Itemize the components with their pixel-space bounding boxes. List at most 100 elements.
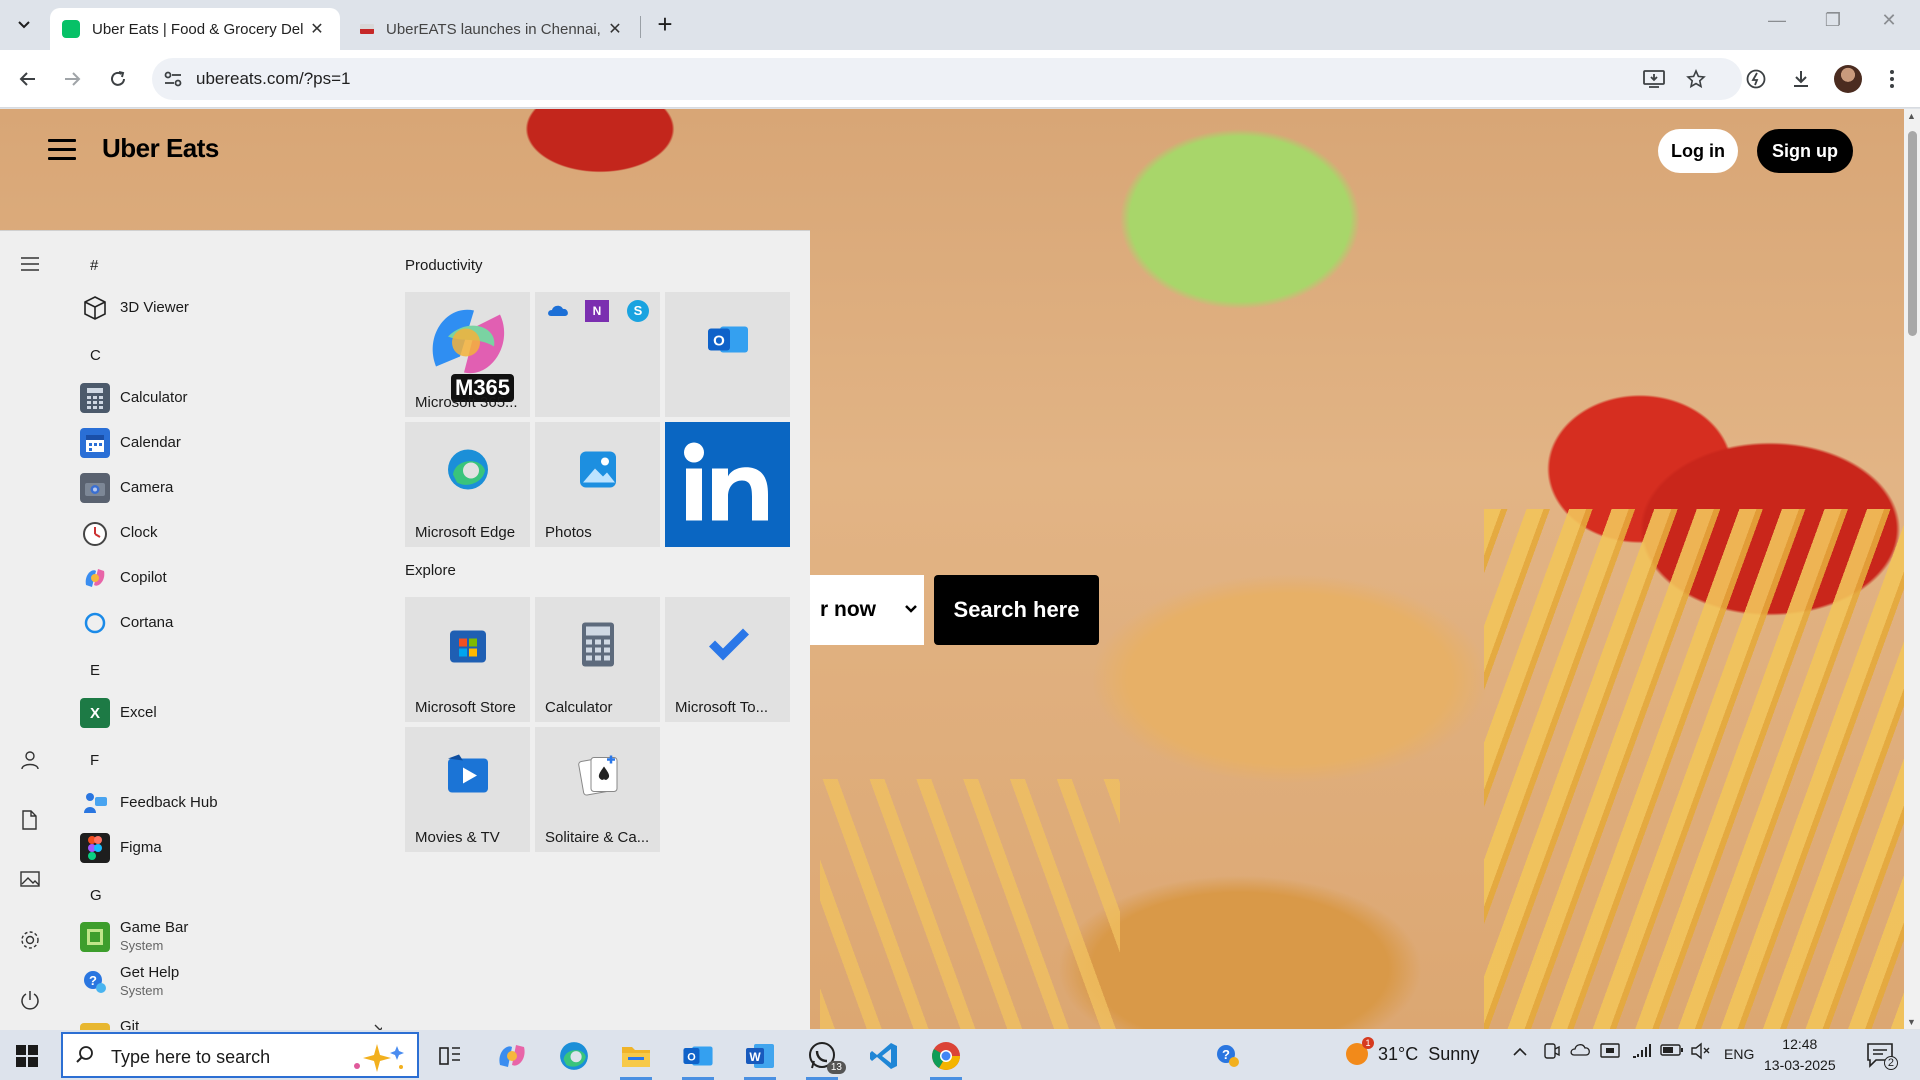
tile-solitaire[interactable]: Solitaire & Ca...: [535, 727, 660, 852]
copilot-taskbar-icon[interactable]: [492, 1036, 532, 1076]
wifi-icon[interactable]: [1632, 1043, 1652, 1064]
todo-check-icon: [705, 627, 751, 668]
bookmark-star-icon[interactable]: [1680, 63, 1712, 95]
onedrive-tray-icon[interactable]: [1570, 1043, 1592, 1062]
letter-header-g[interactable]: G: [90, 887, 102, 904]
tile-microsoft-365[interactable]: M365 Microsoft 365...: [405, 292, 530, 417]
clock-time: 12:48: [1782, 1036, 1818, 1052]
chevron-down-icon: [18, 21, 30, 29]
tab-uber-eats[interactable]: Uber Eats | Food & Grocery Del ✕: [50, 8, 340, 50]
start-button-windows-icon[interactable]: [16, 1045, 38, 1067]
performance-icon[interactable]: [1740, 63, 1772, 95]
arrow-right-icon: [65, 72, 81, 86]
whatsapp-taskbar-icon[interactable]: 13: [802, 1036, 846, 1080]
settings-gear-icon[interactable]: [19, 929, 43, 953]
tile-office-apps-folder[interactable]: N S: [535, 292, 660, 417]
volume-muted-icon[interactable]: [1690, 1042, 1710, 1065]
task-view-icon[interactable]: [430, 1036, 470, 1076]
minimize-icon[interactable]: —: [1752, 10, 1802, 31]
help-tips-icon[interactable]: ?: [1208, 1036, 1248, 1076]
scroll-down-icon[interactable]: ▼: [1907, 1017, 1916, 1027]
user-account-icon[interactable]: [19, 749, 43, 773]
battery-icon[interactable]: [1660, 1043, 1684, 1062]
uber-eats-favicon-icon: [62, 20, 80, 38]
tile-calculator[interactable]: Calculator: [535, 597, 660, 722]
login-button[interactable]: Log in: [1658, 129, 1738, 173]
new-tab-button[interactable]: +: [650, 10, 680, 40]
pinned-tiles: Productivity M365 Microsoft 365... N S O…: [404, 231, 804, 1031]
scroll-up-icon[interactable]: ▲: [1907, 111, 1916, 121]
show-hidden-icons-chevron-up-icon[interactable]: [1512, 1044, 1528, 1062]
signup-button[interactable]: Sign up: [1757, 129, 1853, 173]
expand-menu-icon[interactable]: [19, 256, 43, 280]
download-icon[interactable]: [1785, 63, 1817, 95]
site-hamburger-menu-icon[interactable]: [48, 139, 76, 161]
site-logo[interactable]: Uber Eats: [102, 133, 219, 164]
taskbar-clock[interactable]: 12:48 13-03-2025: [1764, 1034, 1836, 1076]
app-calculator[interactable]: Calculator: [80, 380, 188, 416]
letter-header-e[interactable]: E: [90, 662, 100, 679]
documents-icon[interactable]: [19, 809, 43, 833]
weather-badge: 1: [1362, 1037, 1374, 1049]
app-copilot[interactable]: Copilot: [80, 560, 167, 596]
more-menu-icon[interactable]: [1876, 63, 1908, 95]
app-git-folder[interactable]: Git: [80, 1009, 382, 1031]
app-3d-viewer[interactable]: 3D Viewer: [80, 290, 189, 326]
letter-header-hash[interactable]: #: [90, 257, 98, 274]
vscode-taskbar-icon[interactable]: [864, 1036, 904, 1076]
scrollbar-thumb[interactable]: [1908, 131, 1917, 336]
install-app-icon[interactable]: [1638, 63, 1670, 95]
profile-avatar[interactable]: [1834, 65, 1862, 93]
app-camera[interactable]: Camera: [80, 470, 173, 506]
tile-microsoft-store[interactable]: Microsoft Store: [405, 597, 530, 722]
close-window-icon[interactable]: ✕: [1864, 10, 1914, 31]
tile-movies-tv[interactable]: Movies & TV: [405, 727, 530, 852]
taskbar-search-box[interactable]: Type here to search: [61, 1032, 419, 1078]
search-here-button[interactable]: Search here: [934, 575, 1099, 645]
app-calendar[interactable]: Calendar: [80, 425, 181, 461]
app-figma[interactable]: Figma: [80, 830, 162, 866]
restore-icon[interactable]: ❐: [1808, 10, 1858, 31]
power-icon[interactable]: [19, 989, 43, 1013]
edge-taskbar-icon[interactable]: [554, 1036, 594, 1076]
page-scrollbar[interactable]: ▲ ▼: [1904, 109, 1920, 1029]
letter-header-c[interactable]: C: [90, 347, 101, 364]
screen-capture-icon[interactable]: [1600, 1042, 1620, 1065]
search-placeholder: Type here to search: [111, 1047, 271, 1067]
app-cortana[interactable]: Cortana: [80, 605, 173, 641]
pictures-icon[interactable]: [19, 869, 43, 893]
weather-widget[interactable]: 1 31°C Sunny: [1346, 1037, 1479, 1065]
tab-search-button[interactable]: [8, 9, 40, 41]
outlook-taskbar-icon[interactable]: O: [678, 1036, 718, 1080]
app-game-bar[interactable]: Game Bar System: [80, 915, 188, 959]
tile-microsoft-edge[interactable]: Microsoft Edge: [405, 422, 530, 547]
tile-microsoft-todo[interactable]: Microsoft To...: [665, 597, 790, 722]
address-bar[interactable]: ubereats.com/?ps=1: [152, 58, 1742, 100]
file-explorer-icon[interactable]: [616, 1036, 656, 1080]
input-language[interactable]: ENG: [1724, 1046, 1754, 1062]
app-get-help[interactable]: ? Get Help System: [80, 960, 179, 1004]
tile-photos[interactable]: Photos: [535, 422, 660, 547]
app-clock[interactable]: Clock: [80, 515, 158, 551]
delivery-time-label: r now: [820, 598, 876, 621]
tile-linkedin[interactable]: [665, 422, 790, 547]
movies-tv-icon: [445, 753, 491, 802]
game-bar-icon: [80, 922, 110, 952]
close-tab-icon[interactable]: ✕: [604, 19, 626, 39]
notification-center-icon[interactable]: 2: [1866, 1042, 1900, 1070]
back-button[interactable]: [12, 63, 44, 95]
tile-outlook[interactable]: O: [665, 292, 790, 417]
word-taskbar-icon[interactable]: W: [740, 1036, 780, 1080]
app-excel[interactable]: X Excel: [80, 695, 157, 731]
site-info-icon[interactable]: [162, 68, 184, 90]
reload-button[interactable]: [102, 63, 134, 95]
svg-text:W: W: [749, 1050, 761, 1064]
chrome-taskbar-icon[interactable]: [926, 1036, 966, 1080]
letter-header-f[interactable]: F: [90, 752, 99, 769]
app-feedback-hub[interactable]: Feedback Hub: [80, 785, 218, 821]
forward-button[interactable]: [56, 63, 88, 95]
browser-toolbar: ubereats.com/?ps=1: [0, 50, 1920, 108]
close-tab-icon[interactable]: ✕: [306, 19, 328, 39]
tab-ubereats-chennai[interactable]: UberEATS launches in Chennai, ✕: [348, 8, 638, 50]
meet-now-icon[interactable]: [1542, 1041, 1560, 1068]
